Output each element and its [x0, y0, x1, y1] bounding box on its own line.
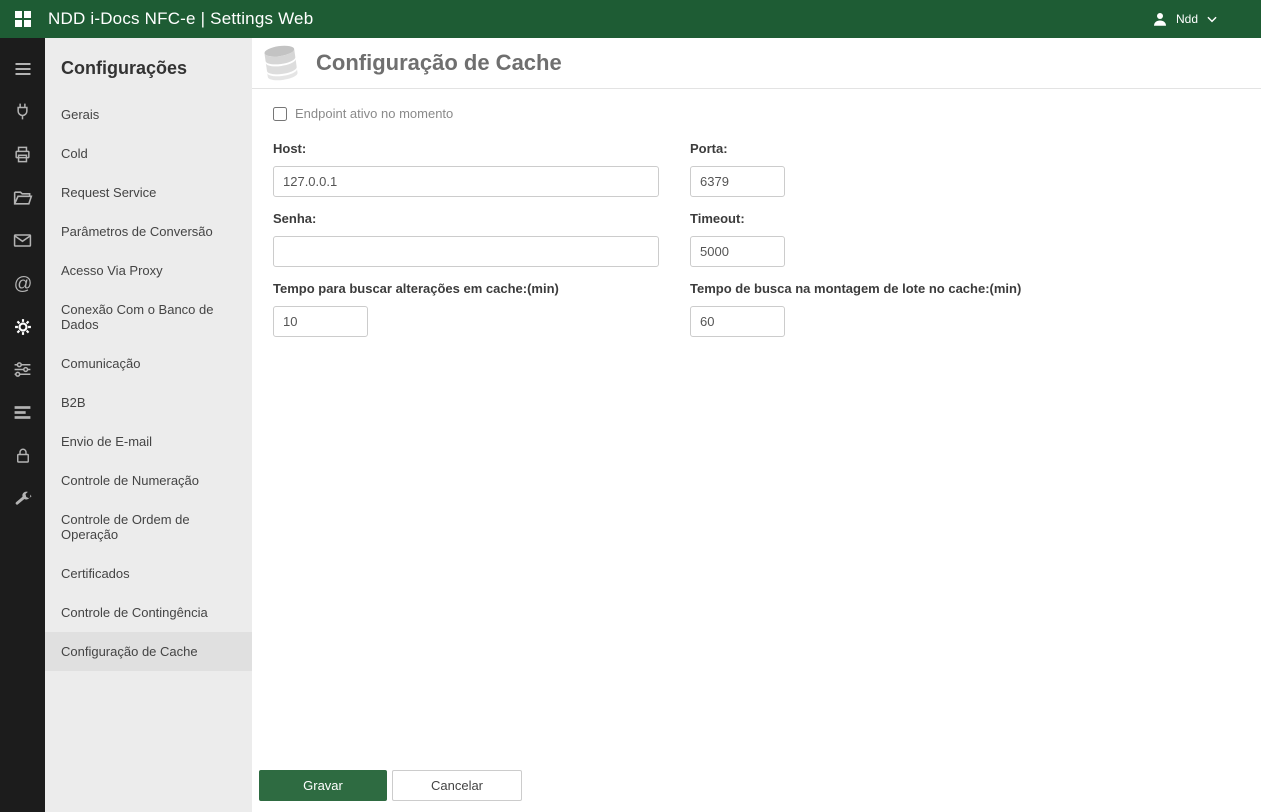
tempo-lote-label: Tempo de busca na montagem de lote no ca…: [690, 281, 1022, 296]
save-button[interactable]: Gravar: [259, 770, 387, 801]
sidebar-item-certificados[interactable]: Certificados: [45, 554, 252, 593]
porta-input[interactable]: [690, 166, 785, 197]
sidebar-item-gerais[interactable]: Gerais: [45, 95, 252, 134]
host-label: Host:: [273, 141, 307, 156]
user-menu[interactable]: Ndd: [1151, 10, 1219, 28]
tempo-buscar-label: Tempo para buscar alterações em cache:(m…: [273, 281, 559, 296]
form-actions: Gravar Cancelar: [252, 770, 1261, 812]
user-name: Ndd: [1175, 12, 1198, 26]
endpoint-active-row: Endpoint ativo no momento: [273, 106, 1261, 121]
sidebar-item-envio-email[interactable]: Envio de E-mail: [45, 422, 252, 461]
icon-rail: @: [0, 38, 45, 812]
svg-text:@: @: [13, 273, 32, 294]
page-header: Configuração de Cache: [252, 38, 1261, 89]
sidebar-title: Configurações: [61, 58, 188, 78]
senha-label: Senha:: [273, 211, 317, 226]
app-title: NDD i-Docs NFC-e | Settings Web: [48, 9, 314, 28]
app-body: @ Configurações Gerais Cold Request Serv…: [0, 38, 1261, 812]
host-field: Host:: [273, 141, 659, 197]
tempo-buscar-field: Tempo para buscar alterações em cache:(m…: [273, 281, 659, 337]
endpoint-active-checkbox[interactable]: [273, 106, 287, 121]
sidebar-item-controle-numeracao[interactable]: Controle de Numeração: [45, 461, 252, 500]
cancel-button[interactable]: Cancelar: [392, 770, 522, 801]
sidebar-item-parametros-conversao[interactable]: Parâmetros de Conversão: [45, 212, 252, 251]
porta-field: Porta:: [690, 141, 1261, 197]
main-content: Configuração de Cache Endpoint ativo no …: [252, 38, 1261, 812]
sidebar-item-b2b[interactable]: B2B: [45, 383, 252, 422]
at-icon[interactable]: @: [0, 262, 45, 305]
sidebar-item-request-service[interactable]: Request Service: [45, 173, 252, 212]
sidebar-item-configuracao-cache[interactable]: Configuração de Cache: [45, 632, 252, 671]
porta-label: Porta:: [690, 141, 728, 156]
chevron-down-icon: [1205, 12, 1219, 26]
printer-icon[interactable]: [0, 133, 45, 176]
menu-icon[interactable]: [0, 47, 45, 90]
cache-config-form: Endpoint ativo no momento Host: Porta: S…: [252, 89, 1261, 351]
tempo-lote-field: Tempo de busca na montagem de lote no ca…: [690, 281, 1261, 337]
sidebar-item-controle-ordem-operacao[interactable]: Controle de Ordem de Operação: [45, 500, 252, 554]
sidebar-item-conexao-banco-dados[interactable]: Conexão Com o Banco de Dados: [45, 290, 252, 344]
tempo-lote-input[interactable]: [690, 306, 785, 337]
senha-input[interactable]: [273, 236, 659, 267]
wrench-icon[interactable]: [0, 477, 45, 520]
topbar: NDD i-Docs NFC-e | Settings Web Ndd: [0, 0, 1261, 38]
sidebar-item-acesso-via-proxy[interactable]: Acesso Via Proxy: [45, 251, 252, 290]
sidebar-item-comunicacao[interactable]: Comunicação: [45, 344, 252, 383]
gear-icon[interactable]: [0, 305, 45, 348]
sidebar: Configurações Gerais Cold Request Servic…: [45, 38, 252, 812]
senha-field: Senha:: [273, 211, 659, 267]
form-grid: Host: Porta: Senha: Timeout: Tempo para …: [273, 141, 1261, 351]
timeout-field: Timeout:: [690, 211, 1261, 267]
page-title: Configuração de Cache: [316, 50, 562, 75]
tempo-buscar-input[interactable]: [273, 306, 368, 337]
sidebar-item-cold[interactable]: Cold: [45, 134, 252, 173]
sidebar-item-controle-contingencia[interactable]: Controle de Contingência: [45, 593, 252, 632]
apps-grid-icon[interactable]: [12, 8, 34, 30]
timeout-input[interactable]: [690, 236, 785, 267]
user-icon: [1151, 10, 1169, 28]
host-input[interactable]: [273, 166, 659, 197]
cache-database-icon: [258, 43, 304, 83]
lock-icon[interactable]: [0, 434, 45, 477]
folder-open-icon[interactable]: [0, 176, 45, 219]
timeout-label: Timeout:: [690, 211, 745, 226]
plug-icon[interactable]: [0, 90, 45, 133]
sliders-icon[interactable]: [0, 348, 45, 391]
server-icon[interactable]: [0, 391, 45, 434]
envelope-icon[interactable]: [0, 219, 45, 262]
endpoint-active-label: Endpoint ativo no momento: [295, 106, 454, 121]
